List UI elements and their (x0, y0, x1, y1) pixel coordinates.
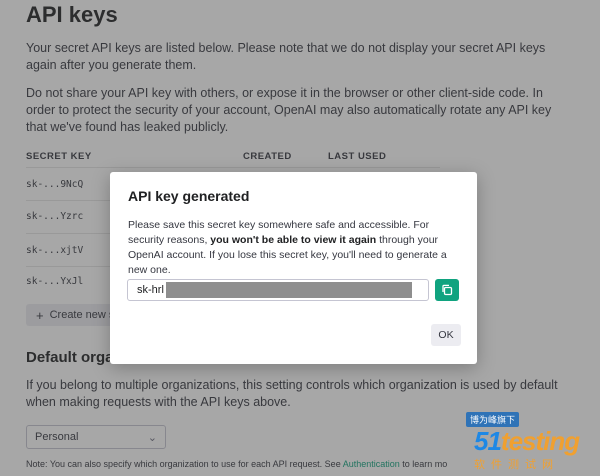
dialog-text-bold: you won't be able to view it again (210, 234, 377, 246)
api-key-generated-dialog: API key generated Please save this secre… (110, 172, 477, 364)
copy-button[interactable] (435, 279, 459, 301)
dialog-title: API key generated (128, 188, 250, 204)
watermark-top-text: 博为峰旗下 (466, 412, 520, 427)
redaction-bar (165, 282, 412, 298)
ok-button[interactable]: OK (431, 324, 461, 346)
watermark-bottom-text: 软件测试网 (474, 459, 559, 471)
dialog-text: Please save this secret key somewhere sa… (128, 218, 463, 278)
secret-key-prefix: sk-hrl (137, 284, 164, 296)
watermark-logo: 博为峰旗下 51testing 软件测试网 (466, 412, 594, 472)
watermark-word: testing (500, 426, 580, 456)
copy-icon (442, 284, 453, 296)
secret-key-field[interactable]: sk-hrl (127, 279, 429, 301)
watermark-main-text: 51testing (474, 426, 580, 457)
watermark-number: 51 (474, 426, 502, 456)
